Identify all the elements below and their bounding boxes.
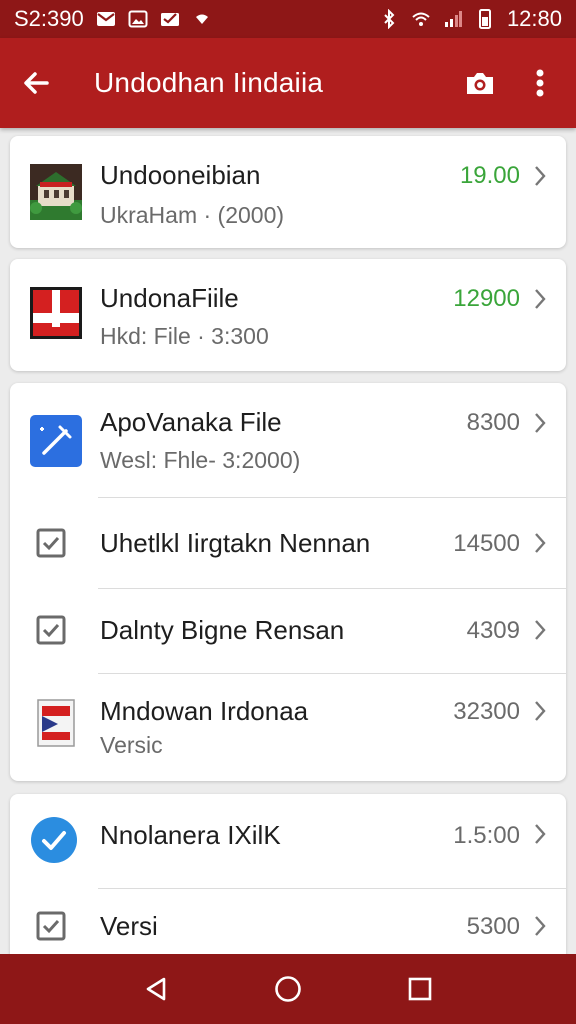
item-value: 4309 bbox=[466, 617, 520, 644]
item-value: 1.5:00 bbox=[453, 822, 520, 849]
more-vert-icon bbox=[536, 69, 544, 97]
list-item[interactable]: UndonaFiile Hkd: File · 3:300 12900 bbox=[10, 259, 566, 371]
checkbox-icon bbox=[36, 528, 66, 558]
checkbox-icon bbox=[36, 911, 66, 941]
location-icon bbox=[195, 14, 208, 24]
page-title: Undodhan Iindaiia bbox=[94, 67, 324, 98]
image-icon bbox=[128, 10, 148, 28]
list-item[interactable]: Dalnty Bigne Rensan 4309 bbox=[10, 589, 566, 673]
card: ApoVanaka File Wesl: Fhle- 3:2000) 8300 … bbox=[10, 383, 566, 781]
status-left: S2:390 bbox=[14, 6, 212, 32]
triangle-back-icon bbox=[146, 977, 166, 1001]
item-title: ApoVanaka File bbox=[100, 407, 282, 437]
card: UndonaFiile Hkd: File · 3:300 12900 bbox=[10, 259, 566, 371]
flag-document-icon bbox=[37, 699, 75, 747]
navigation-bar bbox=[0, 954, 576, 1024]
item-value: 32300 bbox=[453, 698, 520, 725]
list-item[interactable]: Undooneibian UkraHam · (2000) 19.00 bbox=[10, 136, 566, 248]
nav-home-button[interactable] bbox=[258, 959, 318, 1019]
item-title: Nnolanera IXilK bbox=[100, 820, 281, 850]
wifi-icon bbox=[412, 12, 430, 26]
item-value: 12900 bbox=[453, 285, 520, 312]
chevron-right-icon bbox=[535, 824, 546, 844]
card: Nnolanera IXilK 1.5:00 Versi 5300 bbox=[10, 794, 566, 954]
bluetooth-icon bbox=[384, 9, 395, 29]
item-title: UndonaFiile bbox=[100, 283, 239, 313]
chevron-right-icon bbox=[535, 916, 546, 936]
item-value: 14500 bbox=[453, 530, 520, 557]
mail-icon bbox=[96, 12, 115, 26]
list-item[interactable]: ApoVanaka File Wesl: Fhle- 3:2000) 8300 bbox=[10, 383, 566, 497]
building-thumbnail-icon bbox=[30, 164, 82, 220]
battery-icon bbox=[478, 9, 491, 29]
card: Undooneibian UkraHam · (2000) 19.00 bbox=[10, 136, 566, 248]
item-subtitle: Hkd: File · 3:300 bbox=[100, 323, 269, 349]
list-item[interactable]: Uhetlkl Iirgtakn Nennan 14500 bbox=[10, 498, 566, 588]
item-title: Uhetlkl Iirgtakn Nennan bbox=[100, 528, 371, 558]
mail-check-icon bbox=[160, 13, 179, 26]
square-recents-icon bbox=[408, 977, 432, 1001]
item-value: 8300 bbox=[466, 409, 520, 436]
chevron-right-icon bbox=[535, 166, 546, 186]
chevron-right-icon bbox=[535, 701, 546, 721]
screen: S2:390 12:80 Undodhan Iindaiia Undooneib… bbox=[0, 0, 576, 1024]
nav-back-button[interactable] bbox=[126, 959, 186, 1019]
content-list: Undooneibian UkraHam · (2000) 19.00 Undo… bbox=[0, 128, 576, 954]
blue-check-circle-icon bbox=[31, 817, 77, 863]
arrow-back-icon bbox=[24, 72, 49, 94]
blue-tool-app-icon bbox=[30, 415, 82, 467]
list-item[interactable]: Versi 5300 bbox=[10, 889, 566, 954]
status-bar: S2:390 12:80 bbox=[0, 0, 576, 38]
back-button[interactable] bbox=[0, 38, 72, 128]
app-bar: Undodhan Iindaiia bbox=[0, 38, 576, 128]
item-value: 19.00 bbox=[459, 162, 520, 189]
circle-home-icon bbox=[275, 976, 301, 1002]
camera-button[interactable] bbox=[450, 38, 510, 128]
camera-icon bbox=[467, 73, 493, 94]
item-title: Undooneibian bbox=[100, 160, 261, 190]
nav-recents-button[interactable] bbox=[390, 959, 450, 1019]
overflow-menu-button[interactable] bbox=[510, 38, 570, 128]
signal-icon bbox=[444, 11, 462, 27]
item-value: 5300 bbox=[466, 913, 520, 940]
item-title: Versi bbox=[100, 911, 158, 941]
item-subtitle: Wesl: Fhle- 3:2000) bbox=[100, 447, 301, 473]
chevron-right-icon bbox=[535, 289, 546, 309]
checkbox-icon bbox=[36, 615, 66, 645]
chevron-right-icon bbox=[535, 620, 546, 640]
status-time-left: S2:390 bbox=[14, 6, 84, 31]
status-right: 12:80 bbox=[379, 6, 562, 32]
item-subtitle: Versic bbox=[100, 732, 163, 758]
chevron-right-icon bbox=[535, 533, 546, 553]
status-time-right: 12:80 bbox=[506, 6, 562, 31]
red-flag-thumbnail-icon bbox=[30, 287, 82, 339]
list-item[interactable]: Mndowan Irdonaa Versic 32300 bbox=[10, 674, 566, 781]
chevron-right-icon bbox=[535, 413, 546, 433]
list-item[interactable]: Nnolanera IXilK 1.5:00 bbox=[10, 794, 566, 888]
item-subtitle: UkraHam · (2000) bbox=[100, 202, 285, 228]
item-title: Dalnty Bigne Rensan bbox=[100, 615, 345, 645]
item-title: Mndowan Irdonaa bbox=[100, 696, 309, 726]
